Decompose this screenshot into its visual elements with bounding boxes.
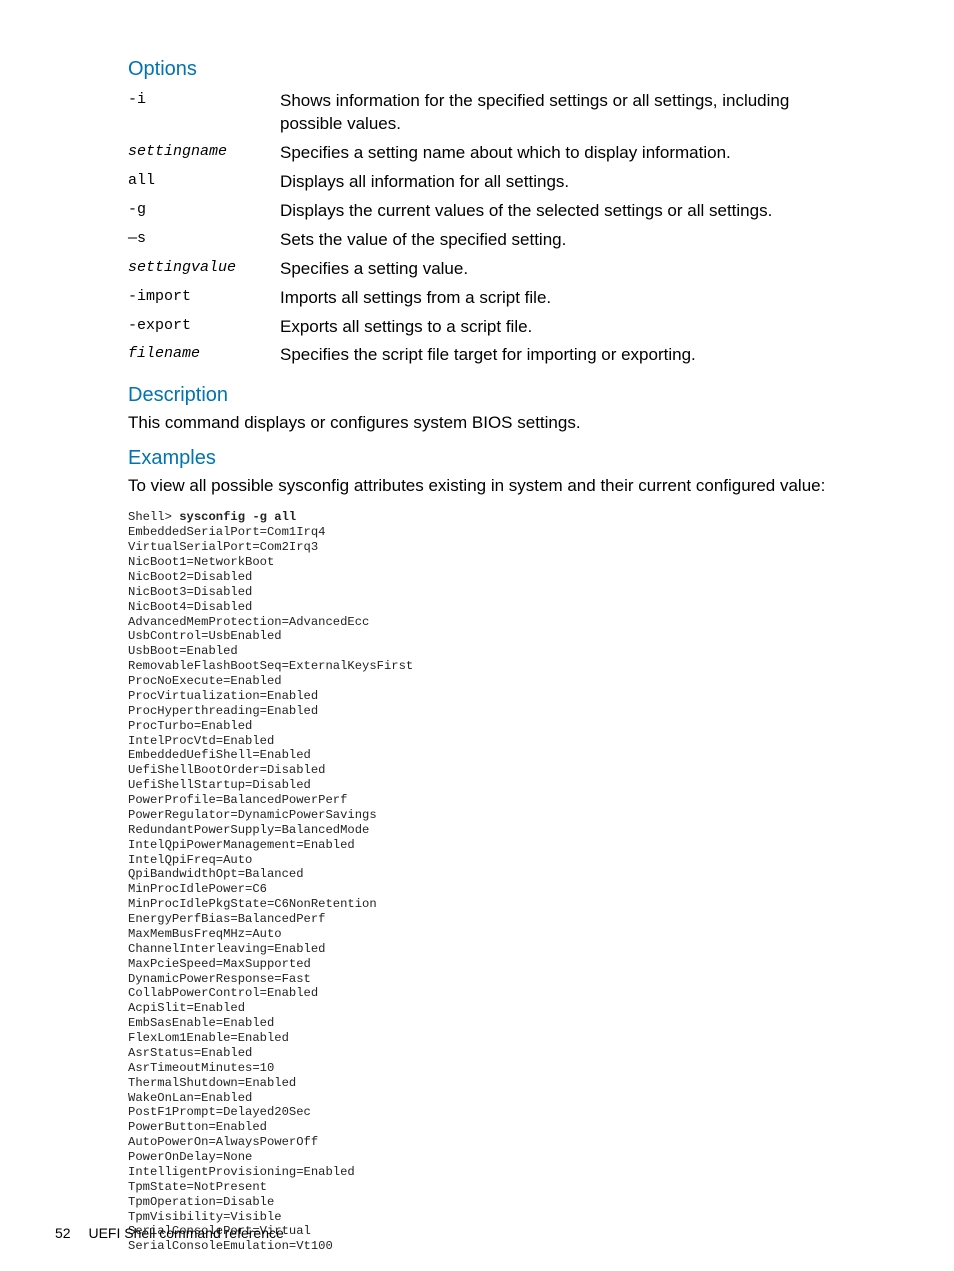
heading-description: Description xyxy=(128,384,850,407)
option-row: settingvalueSpecifies a setting value. xyxy=(128,255,850,284)
option-row: -exportExports all settings to a script … xyxy=(128,313,850,342)
option-row: allDisplays all information for all sett… xyxy=(128,168,850,197)
option-flag: -export xyxy=(128,313,280,342)
shell-prompt: Shell> xyxy=(128,510,179,524)
option-description: Specifies a setting value. xyxy=(280,255,850,284)
option-flag: -import xyxy=(128,284,280,313)
option-flag: filename xyxy=(128,341,280,370)
option-flag: —s xyxy=(128,226,280,255)
option-row: settingnameSpecifies a setting name abou… xyxy=(128,139,850,168)
option-description: Specifies a setting name about which to … xyxy=(280,139,850,168)
option-row: -importImports all settings from a scrip… xyxy=(128,284,850,313)
page-footer: 52 UEFI Shell command reference xyxy=(55,1225,284,1241)
option-description: Exports all settings to a script file. xyxy=(280,313,850,342)
option-flag: all xyxy=(128,168,280,197)
option-row: -gDisplays the current values of the sel… xyxy=(128,197,850,226)
chapter-title: UEFI Shell command reference xyxy=(88,1225,283,1241)
option-flag: settingname xyxy=(128,139,280,168)
option-description: Displays all information for all setting… xyxy=(280,168,850,197)
option-description: Specifies the script file target for imp… xyxy=(280,341,850,370)
option-description: Imports all settings from a script file. xyxy=(280,284,850,313)
option-flag: settingvalue xyxy=(128,255,280,284)
heading-examples: Examples xyxy=(128,447,850,470)
option-description: Displays the current values of the selec… xyxy=(280,197,850,226)
examples-intro: To view all possible sysconfig attribute… xyxy=(128,476,850,496)
option-row: filenameSpecifies the script file target… xyxy=(128,341,850,370)
option-row: -iShows information for the specified se… xyxy=(128,87,850,139)
option-flag: -g xyxy=(128,197,280,226)
option-description: Sets the value of the specified setting. xyxy=(280,226,850,255)
option-row: —sSets the value of the specified settin… xyxy=(128,226,850,255)
shell-output: EmbeddedSerialPort=Com1Irq4 VirtualSeria… xyxy=(128,525,413,1253)
option-description: Shows information for the specified sett… xyxy=(280,87,850,139)
options-table: -iShows information for the specified se… xyxy=(128,87,850,370)
option-flag: -i xyxy=(128,87,280,139)
description-text: This command displays or configures syst… xyxy=(128,413,850,433)
heading-options: Options xyxy=(128,58,850,81)
page-number: 52 xyxy=(55,1225,71,1241)
code-block: Shell> sysconfig -g all EmbeddedSerialPo… xyxy=(128,510,850,1254)
page: Options -iShows information for the spec… xyxy=(0,0,954,1271)
shell-command: sysconfig -g all xyxy=(179,510,296,524)
